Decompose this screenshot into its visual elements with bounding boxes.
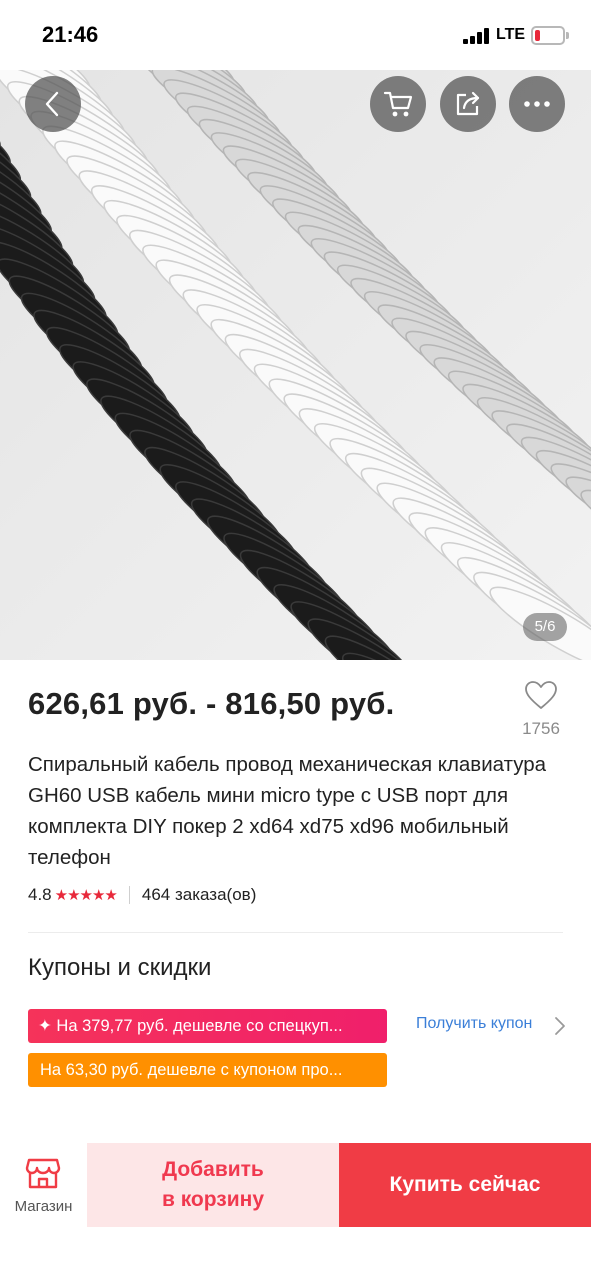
back-button[interactable] bbox=[25, 76, 81, 132]
coupons-section-title: Купоны и скидки bbox=[28, 954, 212, 981]
image-counter: 5/6 bbox=[523, 613, 567, 641]
section-divider bbox=[28, 932, 563, 933]
signal-icon bbox=[463, 28, 491, 44]
buy-now-button[interactable]: Купить сейчас bbox=[339, 1143, 591, 1227]
rating-row[interactable]: 4.8 ★★★★★ 464 заказа(ов) bbox=[28, 884, 256, 906]
next-section-peek bbox=[28, 1128, 448, 1142]
product-image-gallery[interactable] bbox=[0, 70, 591, 660]
price-range: 626,61 руб. - 816,50 руб. bbox=[28, 686, 395, 721]
cart-button[interactable] bbox=[370, 76, 426, 132]
orders-count: 464 заказа(ов) bbox=[141, 885, 257, 904]
cart-icon bbox=[383, 91, 413, 117]
more-button[interactable] bbox=[509, 76, 565, 132]
status-time: 21:46 bbox=[42, 22, 99, 47]
star-rating-icon: ★★★★★ bbox=[54, 887, 118, 904]
promo-coupon-badge[interactable]: На 63,30 руб. дешевле с купоном про... bbox=[28, 1053, 387, 1087]
store-label: Магазин bbox=[14, 1198, 73, 1215]
rating-value: 4.8 bbox=[28, 885, 52, 904]
battery-icon bbox=[531, 26, 565, 45]
add-to-cart-label-line1: Добавить bbox=[162, 1158, 264, 1181]
share-button[interactable] bbox=[440, 76, 496, 132]
divider bbox=[128, 886, 130, 904]
battery-tip bbox=[566, 32, 569, 39]
chevron-right-icon[interactable] bbox=[553, 1015, 567, 1037]
heart-icon bbox=[525, 681, 557, 709]
add-to-cart-button[interactable]: Добавить в корзину bbox=[87, 1143, 339, 1227]
get-coupon-link[interactable]: Получить купон bbox=[416, 1015, 532, 1033]
bottom-action-bar: Магазин Добавить в корзину Купить сейчас bbox=[0, 1143, 591, 1280]
product-photo bbox=[0, 70, 591, 660]
back-icon bbox=[45, 91, 59, 117]
add-to-cart-label-line2: в корзину bbox=[161, 1188, 265, 1211]
product-title: Спиральный кабель провод механическая кл… bbox=[28, 753, 547, 869]
store-icon bbox=[25, 1158, 61, 1189]
status-bar: 21:46 LTE bbox=[0, 0, 591, 70]
more-icon bbox=[524, 101, 550, 107]
share-icon bbox=[456, 91, 480, 116]
store-button[interactable]: Магазин bbox=[0, 1143, 87, 1227]
wishlist-button[interactable]: 1756 bbox=[514, 680, 568, 739]
wishlist-count: 1756 bbox=[522, 719, 560, 738]
network-label: LTE bbox=[496, 26, 526, 43]
special-coupon-badge[interactable]: ✦ На 379,77 руб. дешевле со спецкуп... bbox=[28, 1009, 387, 1043]
